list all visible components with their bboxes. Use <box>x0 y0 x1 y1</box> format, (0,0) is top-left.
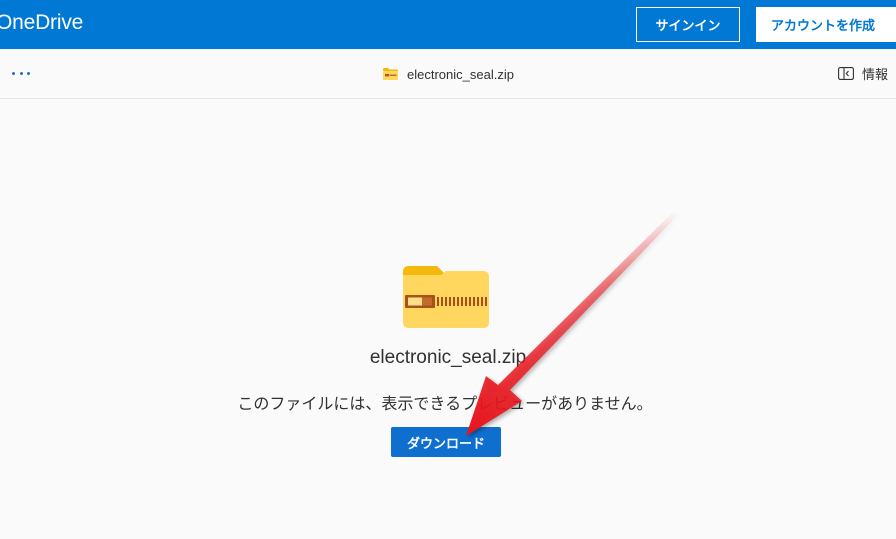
zip-folder-icon <box>383 68 398 80</box>
info-button[interactable]: 情報 <box>838 64 888 82</box>
preview-file-name: electronic_seal.zip <box>369 347 527 368</box>
app-brand[interactable]: OneDrive <box>0 11 83 35</box>
zip-folder-icon <box>403 266 489 328</box>
command-bar: electronic_seal.zip 情報 <box>0 49 896 99</box>
info-pane-icon <box>838 66 854 80</box>
more-options-icon[interactable] <box>12 66 30 80</box>
file-title: electronic_seal.zip <box>383 65 514 83</box>
no-preview-message: このファイルには、表示できるプレビューがありません。 <box>237 396 653 413</box>
file-name-label: electronic_seal.zip <box>407 66 514 82</box>
top-header: OneDrive サインイン アカウントを作成 <box>0 0 896 49</box>
preview-area: electronic_seal.zip このファイルには、表示できるプレビューが… <box>0 99 896 539</box>
create-account-button[interactable]: アカウントを作成 <box>756 7 896 42</box>
download-button[interactable]: ダウンロード <box>391 427 501 457</box>
signin-button[interactable]: サインイン <box>636 7 740 42</box>
info-label: 情報 <box>862 66 889 82</box>
